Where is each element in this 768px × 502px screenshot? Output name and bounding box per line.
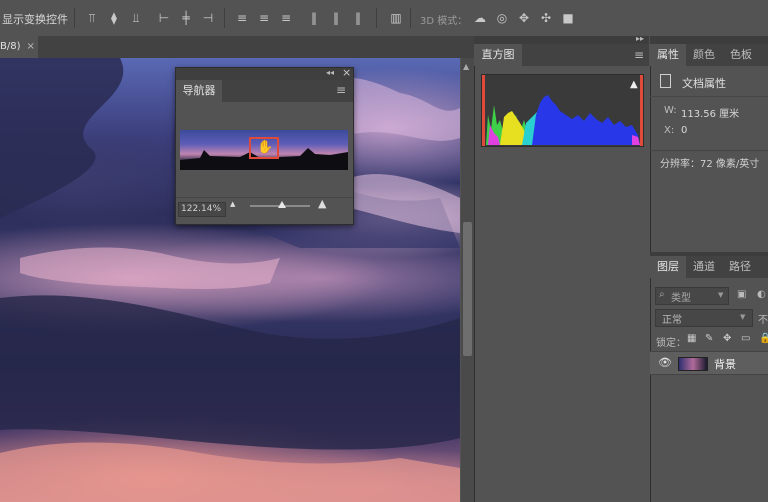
adjustment-filter-icon[interactable]: ◐: [757, 289, 766, 300]
x-label: X:: [664, 125, 675, 136]
image-filter-icon[interactable]: ▣: [737, 289, 746, 300]
navigator-tab-strip: [222, 80, 353, 102]
distribute-right-icon[interactable]: ‖: [350, 10, 366, 26]
document-icon: [660, 74, 671, 88]
lock-transparency-icon[interactable]: ▦: [687, 333, 696, 344]
distribute-left-icon[interactable]: ‖: [306, 10, 322, 26]
tab-histogram[interactable]: 直方图: [474, 44, 522, 66]
lock-pixels-icon[interactable]: ✎: [705, 333, 713, 344]
warning-icon[interactable]: ▲: [630, 79, 638, 90]
layer-filter-select[interactable]: ⌕ 类型 ▼: [655, 287, 729, 305]
show-transform-controls-label[interactable]: 显示变换控件: [2, 11, 68, 27]
layer-thumbnail: [678, 357, 708, 371]
panel-menu-icon[interactable]: ≡: [634, 48, 644, 62]
distribute-bottom-icon[interactable]: ≡: [278, 10, 294, 26]
histogram-graph: ▲: [481, 74, 644, 147]
close-tab-icon[interactable]: ×: [27, 41, 35, 52]
lock-position-icon[interactable]: ✥: [723, 333, 731, 344]
divider: [650, 96, 768, 97]
histogram-tab-strip: 直方图 ≡: [474, 44, 649, 66]
layer-row-background[interactable]: 👁 背景: [650, 351, 768, 375]
tab-properties[interactable]: 属性: [650, 44, 686, 66]
zoom-in-icon[interactable]: ▲: [318, 197, 326, 210]
blend-mode-select[interactable]: 正常 ▼: [655, 309, 753, 327]
lock-artboard-icon[interactable]: ▭: [741, 333, 750, 344]
separator: [410, 8, 411, 28]
navigator-view-box[interactable]: ✋: [249, 137, 279, 159]
chevron-down-icon: ▼: [740, 313, 746, 321]
tab-navigator[interactable]: 导航器: [176, 80, 222, 102]
search-icon: ⌕: [659, 289, 665, 300]
divider: [650, 150, 768, 151]
align-top-icon[interactable]: ⫪: [84, 10, 100, 26]
opacity-label: 不: [758, 315, 768, 326]
chevron-down-icon: ▼: [718, 291, 724, 299]
navigator-title-bar[interactable]: ◂◂ ×: [176, 66, 353, 80]
distribute-top-icon[interactable]: ≡: [234, 10, 250, 26]
align-bottom-icon[interactable]: ⫫: [128, 10, 144, 26]
scrollbar-thumb[interactable]: [463, 222, 472, 356]
slide-3d-icon[interactable]: ✣: [538, 10, 554, 26]
separator: [74, 8, 75, 28]
document-tab-bar: [0, 36, 474, 58]
align-vcenter-icon[interactable]: ⧫: [106, 10, 122, 26]
document-tab[interactable]: B/8) ×: [0, 36, 38, 58]
resolution-label: 分辨率：72 像素/英寸: [660, 159, 760, 170]
distribute-vcenter-icon[interactable]: ≡: [256, 10, 272, 26]
close-icon[interactable]: ×: [342, 66, 351, 79]
layers-tab-strip: 图层 通道 路径: [650, 256, 768, 278]
auto-align-icon[interactable]: ▥: [388, 10, 404, 26]
collapse-panels-icon[interactable]: ▸▸: [636, 34, 644, 43]
tab-paths[interactable]: 路径: [722, 256, 758, 278]
rotate-3d-icon[interactable]: ☁: [472, 10, 488, 26]
x-value[interactable]: 0: [681, 125, 687, 136]
align-left-icon[interactable]: ⊢: [156, 10, 172, 26]
align-right-icon[interactable]: ⊣: [200, 10, 216, 26]
tab-swatches[interactable]: 色板: [722, 44, 760, 66]
separator: [224, 8, 225, 28]
mode-3d-label: 3D 模式：: [420, 16, 468, 27]
properties-tab-strip: 属性 颜色 色板: [650, 44, 768, 66]
lock-all-icon[interactable]: 🔒: [759, 333, 768, 344]
zoom-slider-knob[interactable]: [278, 201, 286, 208]
options-bar: 显示变换控件 ⫪ ⧫ ⫫ ⊢ ╪ ⊣ ≡ ≡ ≡ ‖ ‖ ‖ ▥ 3D 模式： …: [0, 0, 768, 37]
roll-3d-icon[interactable]: ◎: [494, 10, 510, 26]
collapse-icon[interactable]: ◂◂: [326, 68, 334, 77]
zoom-out-icon[interactable]: ▲: [230, 200, 235, 208]
panel-column-header: [650, 36, 768, 44]
histogram-plot: [482, 75, 643, 146]
tab-color[interactable]: 颜色: [686, 44, 722, 66]
document-properties-label: 文档属性: [682, 77, 726, 90]
width-value[interactable]: 113.56 厘米: [681, 105, 739, 120]
tab-layers[interactable]: 图层: [650, 256, 686, 278]
scroll-up-icon[interactable]: ▲: [463, 62, 469, 71]
document-tab-label: B/8): [0, 41, 21, 52]
layer-name[interactable]: 背景: [714, 356, 736, 372]
separator: [376, 8, 377, 28]
align-hcenter-icon[interactable]: ╪: [178, 10, 194, 26]
visibility-eye-icon[interactable]: 👁: [658, 356, 672, 369]
zoom-value-field[interactable]: 122.14%: [178, 202, 226, 217]
blend-mode-value: 正常: [662, 315, 682, 326]
hand-icon: ✋: [257, 140, 274, 155]
layer-filter-label: 类型: [671, 293, 691, 304]
lock-label: 锁定：: [656, 338, 686, 349]
tab-channels[interactable]: 通道: [686, 256, 722, 278]
panel-column-header: ▸▸: [474, 34, 649, 44]
distribute-hcenter-icon[interactable]: ‖: [328, 10, 344, 26]
drag-3d-icon[interactable]: ✥: [516, 10, 532, 26]
navigator-panel: ◂◂ × 导航器 ≡ ✋ 122.14% ▲ ▲: [175, 66, 354, 225]
scale-3d-icon[interactable]: ■: [560, 10, 576, 26]
width-label: W:: [664, 105, 677, 116]
panel-menu-icon[interactable]: ≡: [336, 83, 346, 97]
